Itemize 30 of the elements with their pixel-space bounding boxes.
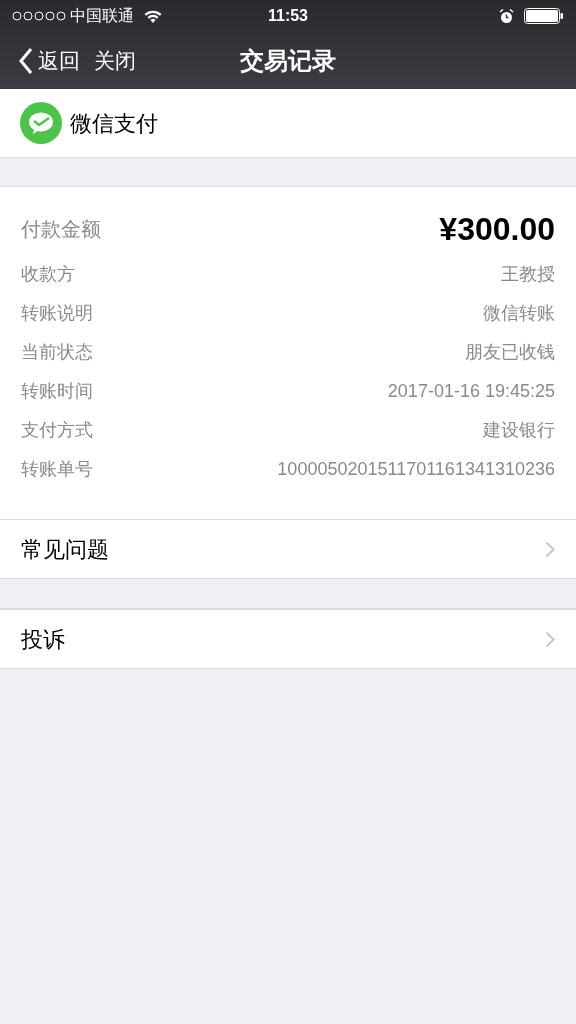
chevron-left-icon: [18, 46, 34, 75]
amount-value: ¥300.00: [439, 210, 555, 249]
alarm-icon: [499, 8, 514, 24]
merchant-name: 微信支付: [70, 109, 158, 138]
detail-label: 当前状态: [21, 341, 93, 364]
detail-label: 转账说明: [21, 302, 93, 325]
close-button[interactable]: 关闭: [94, 44, 136, 77]
back-button[interactable]: 返回: [18, 44, 80, 77]
menu-label: 常见问题: [21, 535, 109, 564]
amount-label: 付款金额: [21, 217, 101, 242]
detail-value: 王教授: [501, 263, 555, 286]
chevron-right-icon: [545, 630, 555, 648]
detail-value: 1000050201511701161341310236: [277, 458, 555, 481]
carrier: 中国联通: [70, 6, 134, 26]
detail-label: 转账单号: [21, 458, 93, 481]
clock-time: 11:53: [268, 6, 308, 26]
detail-value: 建设银行: [483, 419, 555, 442]
detail-label: 转账时间: [21, 380, 93, 403]
detail-value: 2017-01-16 19:45:25: [387, 380, 555, 403]
wifi-icon: [144, 9, 162, 23]
page-title: 交易记录: [240, 45, 336, 76]
wechat-pay-icon: [20, 102, 62, 144]
detail-label: 收款方: [21, 263, 75, 286]
detail-label: 支付方式: [21, 419, 93, 442]
signal-icon: [12, 11, 66, 21]
detail-value: 朋友已收钱: [465, 341, 555, 364]
menu-label: 投诉: [21, 625, 65, 654]
chevron-right-icon: [545, 540, 555, 558]
detail-value: 微信转账: [483, 302, 555, 325]
battery-icon: [524, 8, 564, 24]
